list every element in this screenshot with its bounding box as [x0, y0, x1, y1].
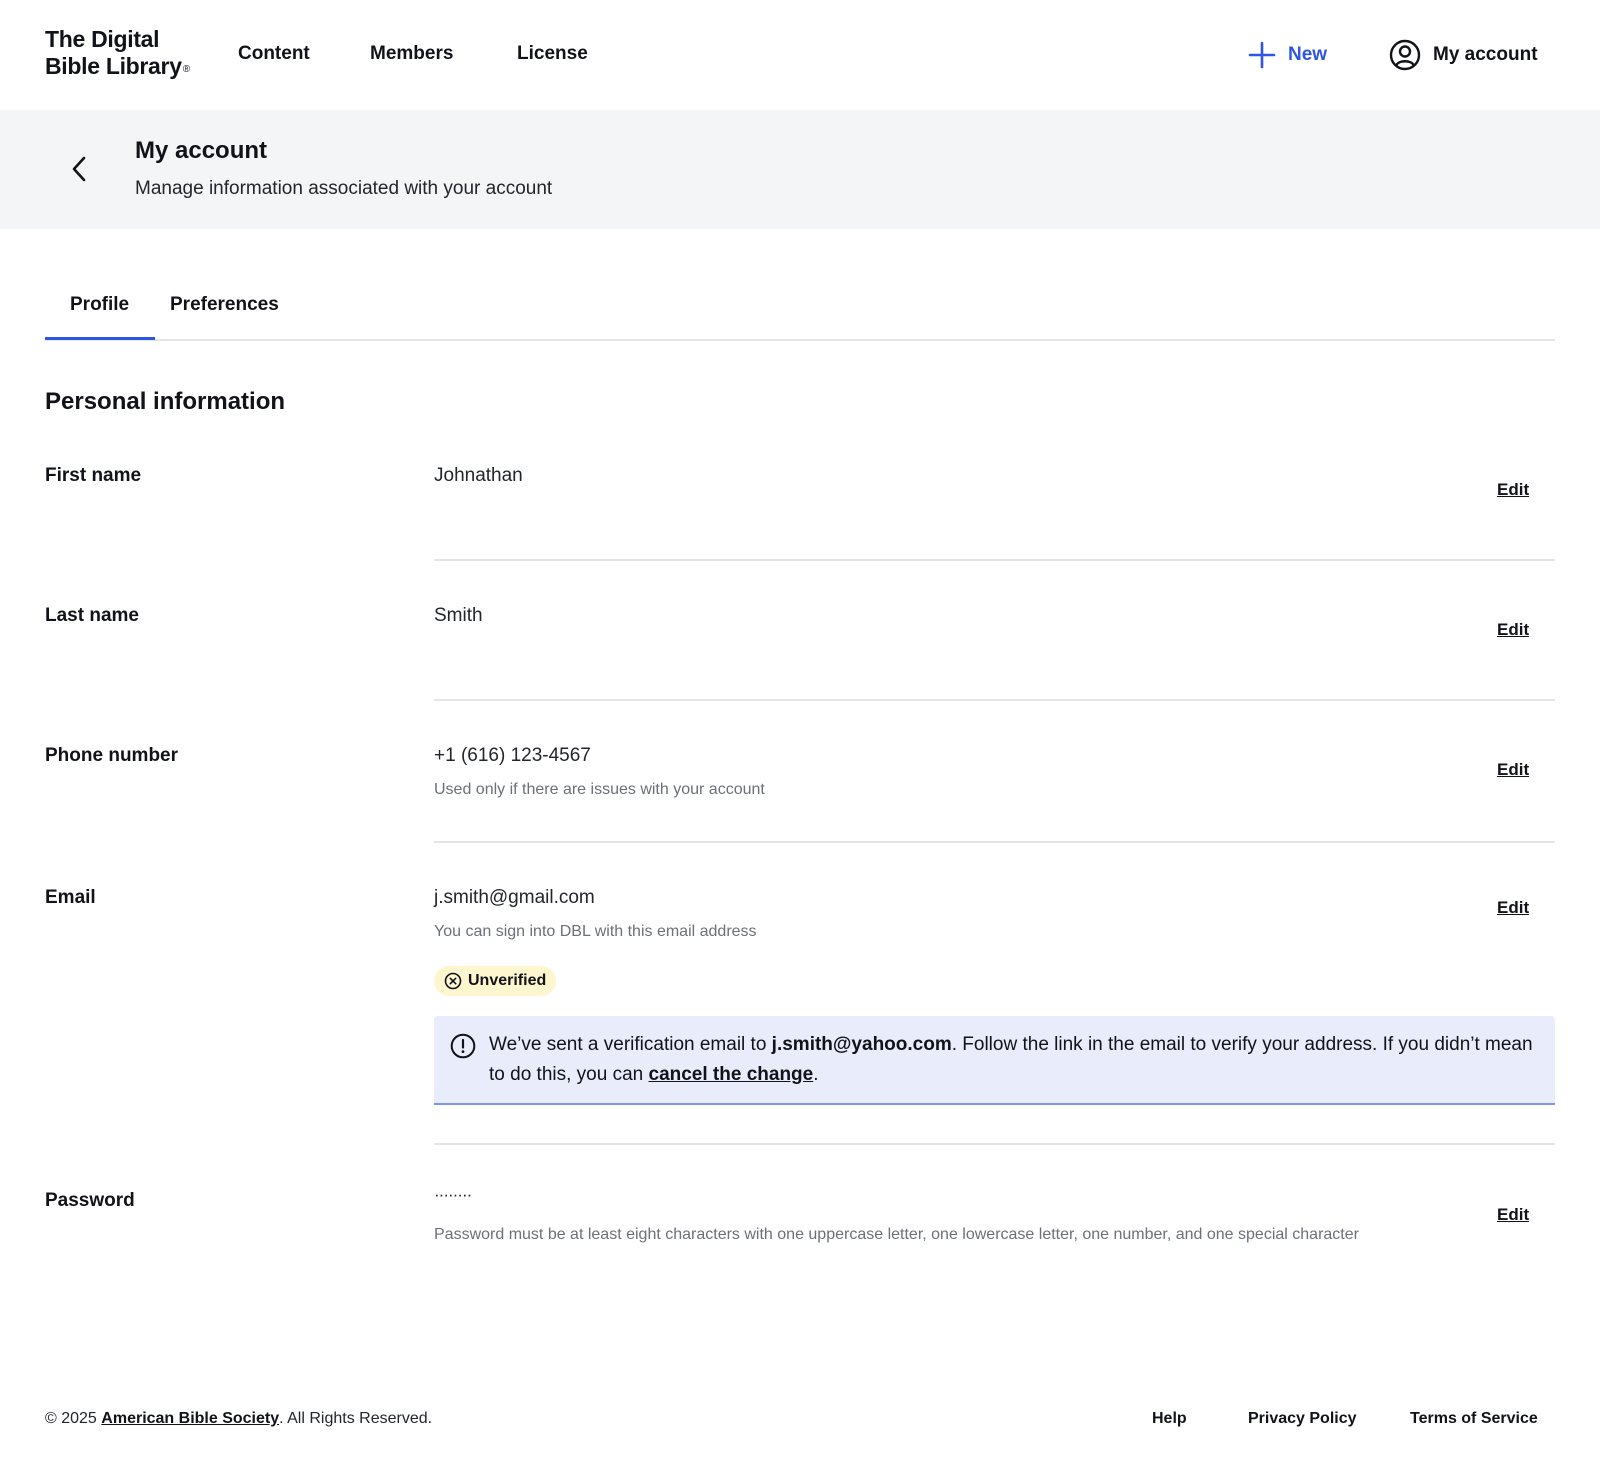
account-button-label: My account	[1433, 44, 1538, 65]
logo-line-2: Bible Library®	[45, 53, 190, 80]
footer-terms-link[interactable]: Terms of Service	[1410, 1410, 1538, 1428]
active-tab-indicator	[45, 337, 155, 340]
user-circle-icon	[1389, 39, 1421, 71]
copyright-prefix: © 2025	[45, 1410, 102, 1427]
alert-text-part1: We’ve sent a verification email to	[489, 1034, 772, 1055]
last-name-value: Smith	[434, 605, 483, 626]
section-title: Personal information	[45, 388, 286, 415]
top-navigation: The Digital Bible Library® Content Membe…	[0, 0, 1600, 110]
phone-help-text: Used only if there are issues with your …	[434, 781, 765, 798]
edit-password-button[interactable]: Edit	[1497, 1205, 1529, 1225]
footer-help-link[interactable]: Help	[1152, 1410, 1187, 1428]
registered-mark: ®	[182, 64, 190, 75]
new-button-label: New	[1288, 44, 1328, 65]
verification-alert: We’ve sent a verification email to j.smi…	[434, 1016, 1555, 1105]
nav-license[interactable]: License	[517, 43, 588, 65]
edit-email-button[interactable]: Edit	[1497, 898, 1529, 918]
tabs-divider	[45, 339, 1555, 341]
logo-line-2-text: Bible Library	[45, 53, 182, 79]
phone-label: Phone number	[45, 745, 179, 766]
logo[interactable]: The Digital Bible Library®	[45, 26, 190, 80]
edit-last-name-button[interactable]: Edit	[1497, 620, 1529, 640]
edit-phone-button[interactable]: Edit	[1497, 760, 1529, 780]
tab-profile[interactable]: Profile	[70, 294, 129, 316]
chevron-left-icon	[72, 156, 86, 182]
alert-email: j.smith@yahoo.com	[771, 1034, 952, 1055]
phone-value: +1 (616) 123-4567	[434, 745, 591, 766]
tab-preferences[interactable]: Preferences	[170, 294, 279, 316]
alert-message: We’ve sent a verification email to j.smi…	[489, 1030, 1539, 1090]
password-label: Password	[45, 1190, 135, 1211]
page-title: My account	[135, 137, 268, 164]
nav-members[interactable]: Members	[370, 43, 453, 65]
page-header	[0, 110, 1600, 229]
password-help-text: Password must be at least eight characte…	[434, 1226, 1359, 1243]
exclamation-circle-icon	[450, 1033, 476, 1059]
last-name-label: Last name	[45, 605, 139, 626]
copyright: © 2025 American Bible Society. All Right…	[45, 1410, 432, 1428]
page-subtitle: Manage information associated with your …	[135, 178, 553, 199]
unverified-badge: Unverified	[434, 966, 557, 996]
first-name-label: First name	[45, 465, 142, 486]
divider	[434, 1143, 1555, 1145]
account-button[interactable]: My account	[1389, 38, 1538, 72]
american-bible-society-link[interactable]: American Bible Society	[101, 1410, 279, 1427]
alert-text-part3: .	[813, 1064, 819, 1085]
divider	[434, 559, 1555, 561]
footer-privacy-link[interactable]: Privacy Policy	[1248, 1410, 1357, 1428]
divider	[434, 699, 1555, 701]
copyright-suffix: . All Rights Reserved.	[279, 1410, 433, 1427]
x-circle-icon	[444, 972, 462, 990]
email-help-text: You can sign into DBL with this email ad…	[434, 923, 757, 940]
badge-label: Unverified	[468, 972, 547, 989]
new-button[interactable]: New	[1248, 38, 1327, 72]
cancel-change-link[interactable]: cancel the change	[649, 1064, 814, 1085]
edit-first-name-button[interactable]: Edit	[1497, 480, 1529, 500]
nav-content[interactable]: Content	[238, 43, 310, 65]
email-value: j.smith@gmail.com	[434, 887, 595, 908]
back-button[interactable]	[66, 152, 92, 186]
email-label: Email	[45, 887, 96, 908]
divider	[434, 841, 1555, 843]
password-value: ········	[434, 1185, 472, 1204]
first-name-value: Johnathan	[434, 465, 523, 486]
plus-icon	[1248, 41, 1276, 69]
logo-line-1: The Digital	[45, 26, 160, 52]
